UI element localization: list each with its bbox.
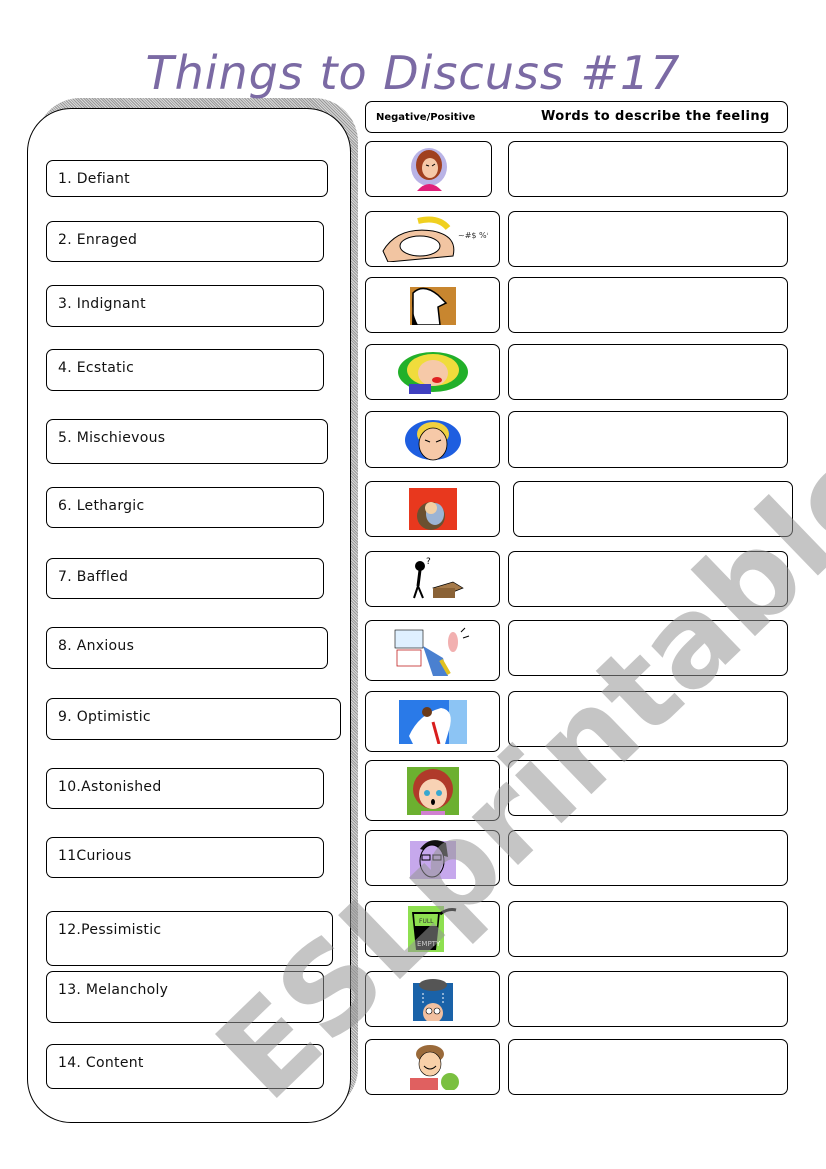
answer-box-12[interactable] xyxy=(508,901,788,957)
shouting-man-icon: ~#$ %* xyxy=(381,216,488,262)
happy-woman-icon xyxy=(397,352,468,394)
answer-box-13[interactable] xyxy=(508,971,788,1027)
answer-box-9[interactable] xyxy=(508,691,788,747)
picture-box-14 xyxy=(365,1039,500,1095)
picture-box-3 xyxy=(365,277,500,333)
word-item-6: 6. Lethargic xyxy=(46,487,324,528)
word-item-8: 8. Anxious xyxy=(46,627,328,669)
word-item-4: 4. Ecstatic xyxy=(46,349,324,391)
word-item-10: 10.Astonished xyxy=(46,768,324,809)
svg-text:~#$ %*: ~#$ %* xyxy=(458,231,488,240)
picture-box-7: ? xyxy=(365,551,500,607)
answer-box-14[interactable] xyxy=(508,1039,788,1095)
word-item-14: 14. Content xyxy=(46,1044,324,1089)
picture-box-1 xyxy=(365,141,492,197)
picture-box-6 xyxy=(365,481,500,537)
worksheet-title: Things to Discuss #17 xyxy=(145,46,681,100)
word-item-1: 1. Defiant xyxy=(46,160,328,197)
svg-text:EMPTY: EMPTY xyxy=(417,940,441,948)
answer-box-8[interactable] xyxy=(508,620,788,676)
picture-box-2: ~#$ %* xyxy=(365,211,500,267)
stressed-businessman-icon xyxy=(394,627,469,676)
picture-box-12: EMPTY FULL xyxy=(365,901,500,957)
negative-positive-header: Negative/Positive xyxy=(376,112,476,123)
word-item-13: 13. Melancholy xyxy=(46,971,324,1023)
looking-ahead-man-icon xyxy=(398,699,467,744)
picture-box-5 xyxy=(365,411,500,468)
answer-box-5[interactable] xyxy=(508,411,788,468)
word-item-2: 2. Enraged xyxy=(46,221,324,262)
smiling-boy-reading-icon xyxy=(409,1045,459,1090)
word-item-5: 5. Mischievous xyxy=(46,419,328,464)
svg-text:FULL: FULL xyxy=(419,918,434,925)
offended-man-icon xyxy=(409,287,456,325)
word-item-12: 12.Pessimistic xyxy=(46,911,333,966)
svg-text:?: ? xyxy=(426,557,431,567)
rain-cloud-man-icon xyxy=(412,979,453,1021)
tired-person-icon xyxy=(408,488,457,530)
scheming-man-icon xyxy=(404,419,461,460)
answer-box-6[interactable] xyxy=(513,481,793,537)
half-empty-glass-icon: EMPTY FULL xyxy=(407,906,456,952)
picture-box-8 xyxy=(365,620,500,681)
answer-box-7[interactable] xyxy=(508,551,788,607)
picture-box-9 xyxy=(365,691,500,752)
word-item-7: 7. Baffled xyxy=(46,558,324,599)
word-item-9: 9. Optimistic xyxy=(46,698,341,740)
confused-figure-icon: ? xyxy=(412,557,464,599)
column-header: Negative/Positive Words to describe the … xyxy=(365,101,788,133)
picture-box-10 xyxy=(365,760,500,821)
answer-box-10[interactable] xyxy=(508,760,788,816)
picture-box-4 xyxy=(365,344,500,400)
answer-box-4[interactable] xyxy=(508,344,788,400)
answer-box-11[interactable] xyxy=(508,830,788,886)
word-item-3: 3. Indignant xyxy=(46,285,324,327)
answer-box-2[interactable] xyxy=(508,211,788,267)
answer-box-1[interactable] xyxy=(508,141,788,197)
picture-box-11 xyxy=(365,830,500,886)
angry-woman-icon xyxy=(410,148,447,191)
word-item-11: 11Curious xyxy=(46,837,324,878)
surprised-girl-icon xyxy=(406,766,459,815)
picture-box-13 xyxy=(365,971,500,1027)
answer-box-3[interactable] xyxy=(508,277,788,333)
curious-man-glasses-icon xyxy=(409,840,456,879)
describe-feeling-header: Words to describe the feeling xyxy=(541,109,770,124)
